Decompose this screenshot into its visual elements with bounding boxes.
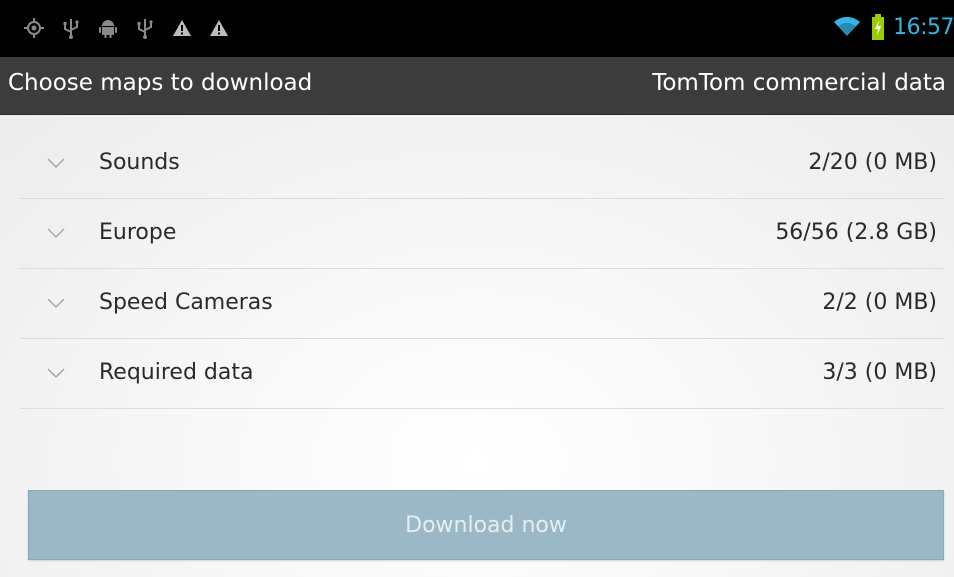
map-list: Sounds 2/20 (0 MB) Europe 56/56 (2.8 GB)… [20,129,944,409]
status-bar: 16:57 [0,0,954,57]
page-title: Choose maps to download [8,70,313,96]
list-item-label: Speed Cameras [99,290,273,315]
clock: 16:57 [893,14,954,40]
android-debug-icon [99,20,117,38]
list-item-europe[interactable]: Europe 56/56 (2.8 GB) [20,199,944,269]
map-download-panel: Sounds 2/20 (0 MB) Europe 56/56 (2.8 GB)… [0,115,954,577]
download-now-button[interactable]: Download now [28,490,944,560]
list-item-count: 2/20 (0 MB) [808,150,937,175]
list-item-required-data[interactable]: Required data 3/3 (0 MB) [20,339,944,409]
system-status: 16:57 [833,12,954,42]
list-item-count: 3/3 (0 MB) [822,360,937,385]
chevron-down-icon[interactable] [47,227,65,239]
chevron-down-icon[interactable] [47,157,65,169]
gps-icon [24,18,44,38]
data-source-label: TomTom commercial data [652,70,946,96]
download-button-label: Download now [405,512,567,538]
chevron-down-icon[interactable] [47,367,65,379]
usb-icon [137,19,153,39]
battery-charging-icon [872,14,885,40]
warning-icon [173,20,191,36]
list-item-sounds[interactable]: Sounds 2/20 (0 MB) [20,129,944,199]
usb-icon [63,19,79,39]
list-item-speed-cameras[interactable]: Speed Cameras 2/2 (0 MB) [20,269,944,339]
action-bar: Choose maps to download TomTom commercia… [0,57,954,115]
warning-icon [210,20,228,36]
list-item-count: 56/56 (2.8 GB) [775,220,937,245]
list-item-count: 2/2 (0 MB) [822,290,937,315]
app-screen: 16:57 Choose maps to download TomTom com… [0,0,954,577]
list-item-label: Europe [99,220,177,245]
list-item-label: Sounds [99,150,180,175]
wifi-icon [834,16,861,36]
chevron-down-icon[interactable] [47,297,65,309]
notification-icons [24,16,229,40]
list-item-label: Required data [99,360,254,385]
